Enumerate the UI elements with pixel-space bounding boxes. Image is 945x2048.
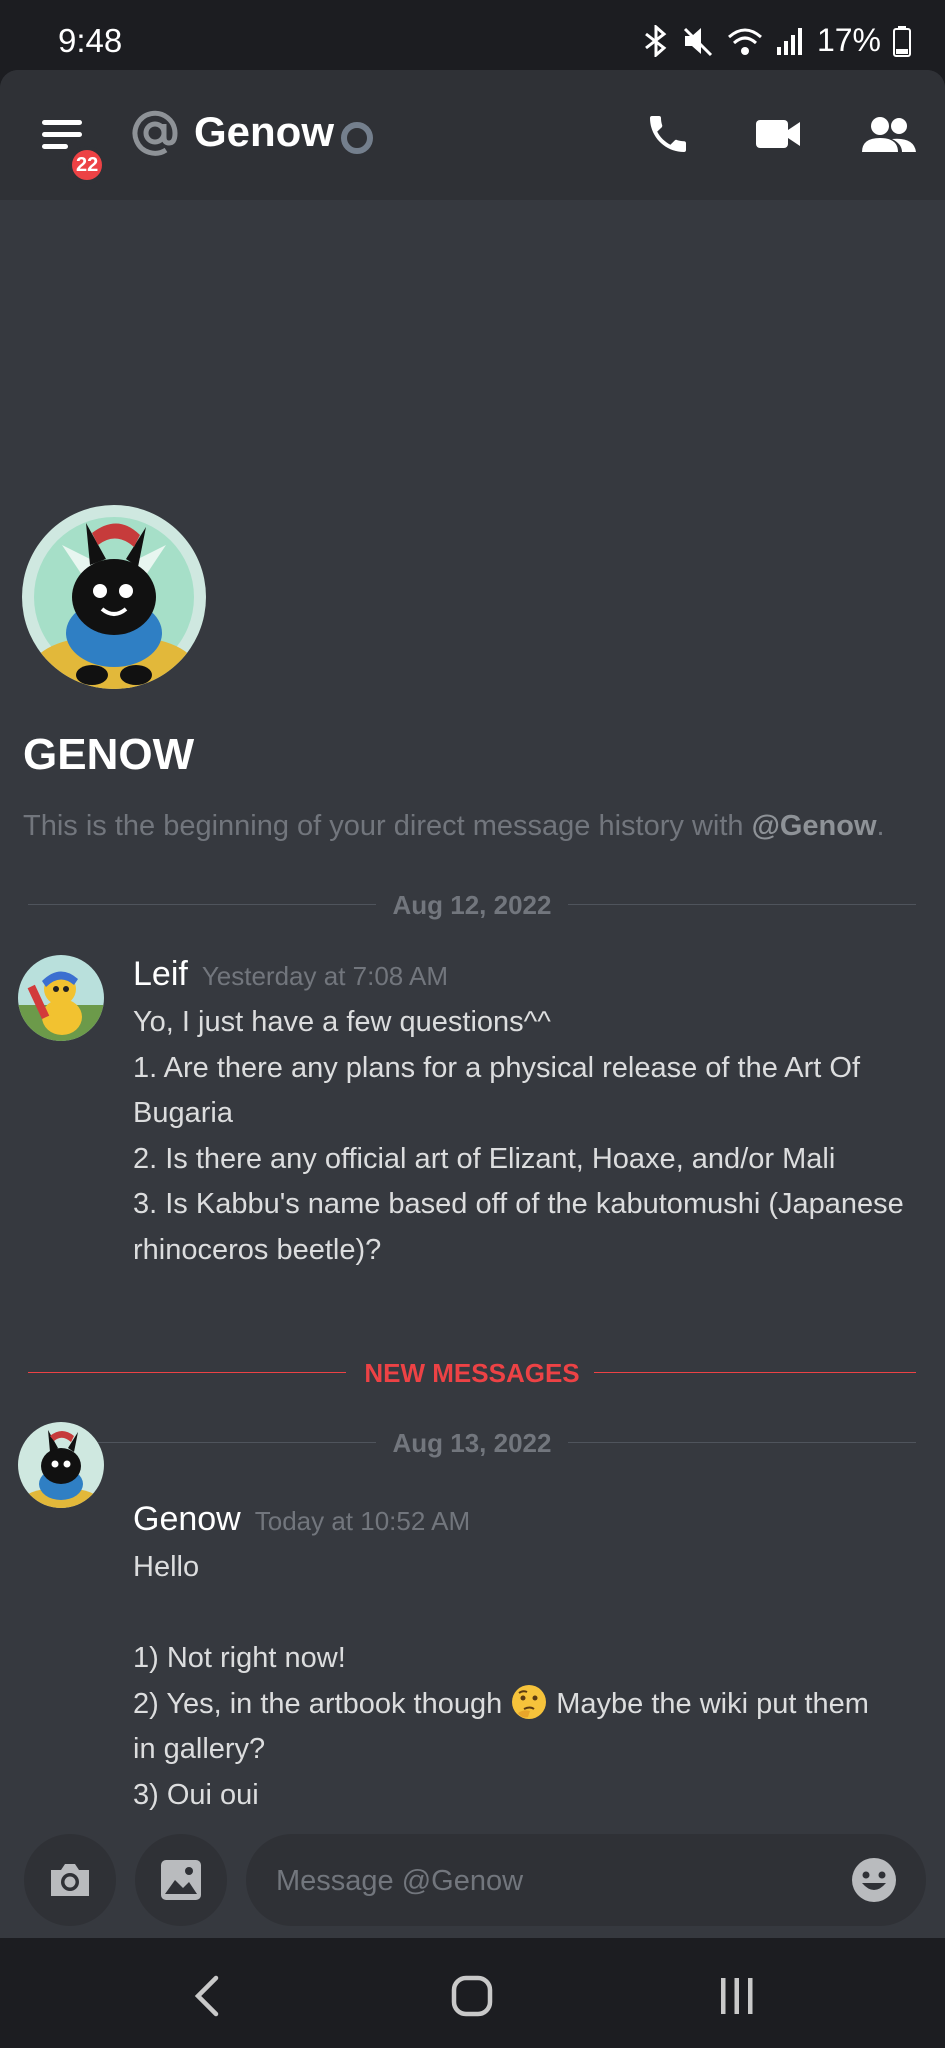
date-divider: Aug 12, 2022 (28, 885, 916, 925)
system-navigation-bar (0, 1938, 945, 2048)
wifi-icon (727, 28, 762, 55)
message-author[interactable]: Leif Yesterday at 7:08 AM (133, 955, 448, 994)
home-icon (451, 1975, 493, 2017)
menu-button[interactable]: 22 (38, 114, 107, 184)
recent-apps-button[interactable] (697, 1968, 777, 2024)
dm-window: 22 Genow GENOW This is the beginning of … (0, 70, 945, 1938)
back-button[interactable] (167, 1968, 247, 2024)
image-icon (161, 1860, 201, 1900)
message-content: Hello 1) Not right now! 2) Yes, in the a… (133, 1551, 869, 1811)
message-composer (0, 1820, 945, 1938)
at-sign-icon (132, 110, 178, 156)
status-icons: 17% (643, 22, 911, 59)
smiley-icon[interactable] (850, 1856, 898, 1904)
message-content: Yo, I just have a few questions^^ 1. Are… (133, 1006, 904, 1266)
battery-percent: 17% (816, 22, 881, 58)
message-timestamp: Yesterday at 7:08 AM (201, 961, 449, 991)
mute-icon (683, 27, 713, 56)
back-chevron-icon (194, 1975, 219, 2017)
date-divider: Aug 13, 2022 (28, 1423, 916, 1463)
genow-profile-avatar[interactable] (22, 505, 206, 689)
unread-badge: 22 (68, 146, 107, 184)
home-button[interactable] (432, 1968, 512, 2024)
gallery-button[interactable] (135, 1834, 227, 1926)
thinking-face-emoji (512, 1684, 547, 1719)
camera-icon (51, 1864, 89, 1896)
message-author[interactable]: Genow Today at 10:52 AM (133, 1500, 470, 1539)
welcome-message: This is the beginning of your direct mes… (23, 810, 885, 842)
offline-status-dot (341, 122, 373, 154)
status-bar: 9:48 17% (0, 0, 945, 70)
status-time: 9:48 (58, 22, 123, 59)
bluetooth-icon (645, 24, 667, 57)
phone-icon[interactable] (644, 110, 692, 158)
battery-icon (893, 25, 911, 57)
channel-title: Genow (194, 108, 335, 155)
channel-header: 22 Genow (0, 70, 945, 200)
welcome-mention[interactable]: @Genow (752, 810, 877, 842)
leif-avatar-art (18, 955, 104, 1041)
members-icon[interactable] (862, 110, 916, 158)
signal-icon (776, 27, 802, 55)
genow-avatar-small-art (18, 1422, 104, 1508)
message-input-container (246, 1834, 926, 1928)
welcome-username: GENOW (23, 730, 195, 779)
video-camera-icon[interactable] (754, 110, 804, 158)
genow-avatar-art (22, 505, 206, 689)
camera-button[interactable] (24, 1834, 116, 1926)
message-timestamp: Today at 10:52 AM (254, 1506, 471, 1536)
genow-avatar[interactable] (18, 1422, 104, 1508)
recent-apps-icon (721, 1978, 753, 2014)
leif-avatar[interactable] (18, 955, 104, 1041)
message-input[interactable] (274, 1834, 818, 1928)
